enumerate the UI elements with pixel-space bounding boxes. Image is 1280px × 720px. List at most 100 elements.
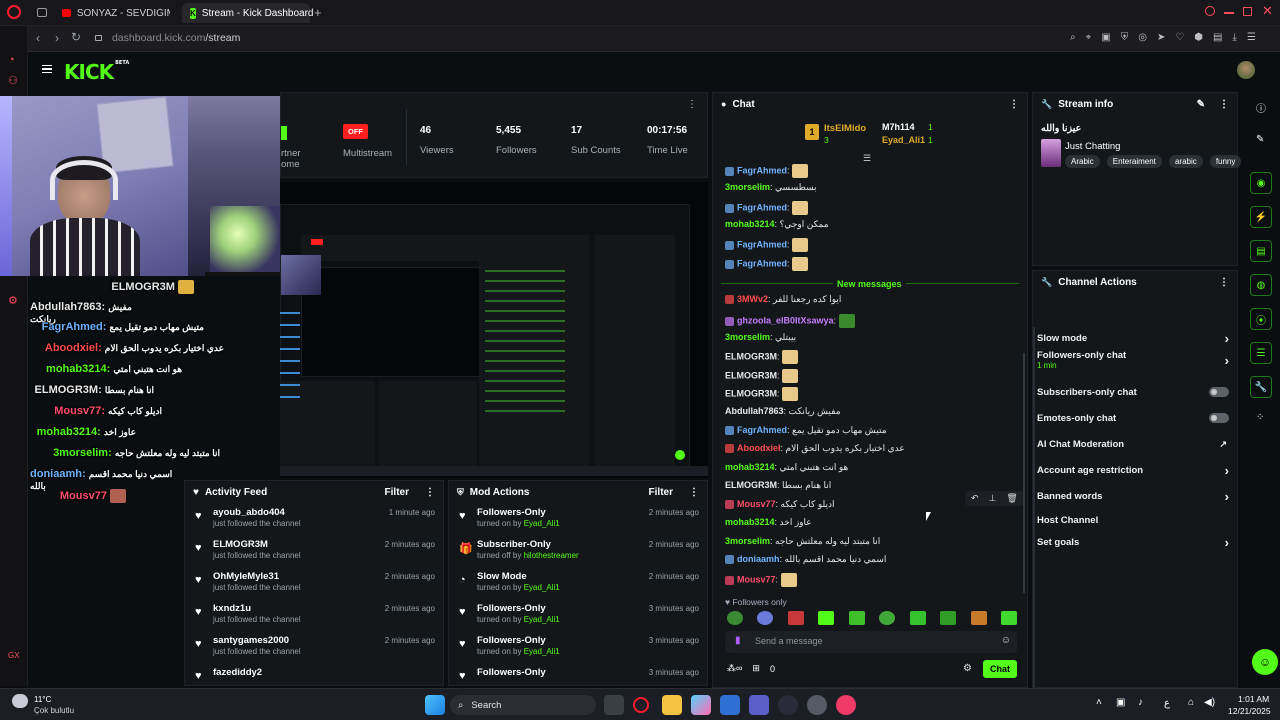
chat-leaderboard[interactable]: 1 ItsElMido 3 M7h114 1 Eyad_Ali1 1 (805, 119, 945, 151)
chat-username[interactable]: mohab3214 (725, 462, 775, 472)
chat-scrollbar[interactable] (1023, 353, 1025, 593)
channel-action-item[interactable]: AI Chat Moderation ↗ (1037, 433, 1235, 455)
steam-icon[interactable] (807, 695, 827, 715)
info-icon[interactable]: ⓘ (1256, 100, 1266, 115)
moderator-name[interactable]: Eyad_Ali1 (524, 519, 560, 528)
adblock-icon[interactable]: ⛨ (1121, 32, 1129, 43)
tray-app-icon[interactable]: ▣ (1116, 697, 1125, 708)
follower-name[interactable]: kxndz1u (213, 603, 251, 614)
emote-icon[interactable] (1000, 611, 1017, 625)
moderator-name[interactable]: hilothestreamer (524, 551, 579, 560)
rail-flash-icon[interactable]: ⚡ (1250, 206, 1272, 228)
chat-message[interactable]: Abdullah7863: مفيش ريانكت (725, 406, 841, 417)
chat-message[interactable]: ELMOGR3M: (725, 369, 799, 383)
chat-message[interactable]: ELMOGR3M: انا هنام بسطا (725, 480, 831, 491)
chat-message[interactable]: ELMOGR3M: (725, 387, 799, 401)
channel-action-item[interactable]: Followers-only chat 1 min › (1037, 349, 1235, 371)
moderator-name[interactable]: Eyad_Ali1 (524, 647, 560, 656)
copilot-icon[interactable] (691, 695, 711, 715)
chat-message[interactable]: 3morselim: بسطسسي (725, 182, 817, 193)
emote-icon[interactable] (787, 611, 804, 625)
toggle-switch[interactable] (1209, 413, 1229, 423)
follower-name[interactable]: santygames2000 (213, 635, 289, 646)
weather-icon[interactable] (12, 694, 28, 708)
chat-message[interactable]: Aboodxiel: عدي اختيار بكره يدوب الحق الا… (725, 443, 905, 454)
channel-actions-scrollbar[interactable] (1033, 327, 1035, 687)
activity-feed-item[interactable]: ♥ ayoub_abdo404 just followed the channel 1… (185, 507, 443, 539)
reload-icon[interactable]: ↻ (71, 30, 81, 44)
chat-message[interactable]: 3morselim: بيبتلي (725, 332, 796, 343)
chat-username[interactable]: 3MWv2 (737, 294, 768, 304)
chat-message[interactable]: ghzoola_elB0ItXsawya: (725, 314, 855, 328)
snapshot-icon[interactable]: ▣ (1101, 32, 1110, 43)
extensions-icon[interactable]: ⬢ (1194, 32, 1203, 43)
user-avatar[interactable] (1237, 61, 1255, 79)
chat-username[interactable]: ELMOGR3M (725, 480, 777, 490)
chat-message[interactable]: doniaamh: اسمي دنيا محمد اقسم بالله (725, 554, 886, 565)
activity-feed-item[interactable]: ♥ ELMOGR3M just followed the channel 2 minu… (185, 539, 443, 571)
chat-username[interactable]: FagrAhmed (737, 202, 787, 212)
chat-username[interactable]: Mousv77 (737, 499, 776, 509)
channel-action-item[interactable]: Subscribers-only chat (1037, 381, 1235, 403)
follower-name[interactable]: ayoub_abdo404 (213, 507, 285, 518)
teams-icon[interactable] (749, 695, 769, 715)
stream-info-menu-icon[interactable]: ⋮ (1219, 99, 1229, 110)
chat-message[interactable]: FagrAhmed: متيش مهاب دمو تقيل يمع (725, 425, 887, 436)
chat-username[interactable]: mohab3214 (725, 517, 775, 527)
chat-username[interactable]: ELMOGR3M (725, 370, 777, 380)
chat-username[interactable]: doniaamh (737, 554, 780, 564)
sidebar-aria-icon[interactable]: ◔ (8, 54, 15, 66)
emote-icon[interactable] (970, 611, 987, 625)
emoji-icon[interactable]: ☺ (1001, 635, 1011, 646)
volume-icon[interactable]: ◀) (1204, 697, 1215, 708)
channel-actions-menu-icon[interactable]: ⋮ (1219, 277, 1229, 288)
opera-logo-icon[interactable] (7, 5, 21, 19)
obs-icon[interactable] (778, 695, 798, 715)
chat-message[interactable]: ELMOGR3M: (725, 350, 799, 364)
stats-menu-icon[interactable]: ⋮ (687, 99, 697, 110)
new-tab-button[interactable]: + (314, 5, 322, 20)
emote-icon[interactable] (848, 611, 865, 625)
rail-notes-icon[interactable]: ▤ (1250, 240, 1272, 262)
activity-feed-item[interactable]: ♥ kxndz1u just followed the channel 2 minut… (185, 603, 443, 635)
channel-action-item[interactable]: Set goals › (1037, 531, 1235, 553)
chat-username[interactable]: ELMOGR3M (725, 388, 777, 398)
edit-icon[interactable]: ✎ (1197, 99, 1205, 110)
chat-username[interactable]: ghzoola_elB0ItXsawya (737, 315, 834, 325)
chat-username[interactable]: Mousv77 (737, 574, 776, 584)
reply-icon[interactable]: ↶ (971, 493, 979, 504)
zoom-icon[interactable]: ⌕ (1070, 32, 1076, 43)
flow-icon[interactable]: ➤ (1157, 32, 1165, 43)
chat-message[interactable]: Mousv77: (725, 573, 797, 587)
multistream-off-badge[interactable]: OFF (343, 124, 368, 139)
chat-username[interactable]: FagrAhmed (737, 258, 787, 268)
pin-icon[interactable]: ⌖ (1086, 32, 1092, 43)
mod-actions-filter-button[interactable]: Filter (649, 487, 673, 498)
emote-icon[interactable] (757, 611, 774, 625)
chat-message[interactable]: FagrAhmed: (725, 238, 809, 252)
search-tabs-icon[interactable] (1205, 6, 1215, 16)
chat-username[interactable]: 3morselim (725, 536, 770, 546)
rail-broadcast-icon[interactable]: ⦿ (1250, 308, 1272, 330)
chat-message[interactable]: 3morselim: انا متبتد ليه وله معلتش حاجه (725, 536, 880, 547)
opera-gx-taskbar-icon[interactable] (633, 697, 649, 713)
rail-chat-icon[interactable]: ◍ (1250, 274, 1272, 296)
moderator-name[interactable]: Eyad_Ali1 (524, 583, 560, 592)
infinity-icon[interactable]: ⁂∞ (727, 663, 742, 674)
chat-username[interactable]: Abdullah7863 (725, 406, 784, 416)
rail-tools-icon[interactable]: 🔧 (1250, 376, 1272, 398)
chat-username[interactable]: 3morselim (725, 332, 770, 342)
emote-icon[interactable] (727, 611, 743, 625)
sidebar-settings-icon[interactable]: ⚙ (8, 294, 18, 307)
sidebar-assistant-icon[interactable]: ⚇ (8, 74, 18, 87)
channel-action-item[interactable]: Banned words › (1037, 485, 1235, 507)
activity-feed-menu-icon[interactable]: ⋮ (425, 487, 435, 498)
chat-username[interactable]: FagrAhmed (737, 165, 787, 175)
channel-action-item[interactable]: Host Channel (1037, 509, 1235, 531)
chat-message[interactable]: mohab3214: ممكن اوجي؟ (725, 219, 829, 230)
network-icon[interactable]: ⌂ (1188, 697, 1194, 708)
channel-action-item[interactable]: Emotes-only chat (1037, 407, 1235, 429)
channel-action-item[interactable]: Account age restriction › (1037, 459, 1235, 481)
chat-send-button[interactable]: Chat (983, 660, 1017, 678)
chat-menu-icon[interactable]: ⋮ (1009, 99, 1019, 110)
